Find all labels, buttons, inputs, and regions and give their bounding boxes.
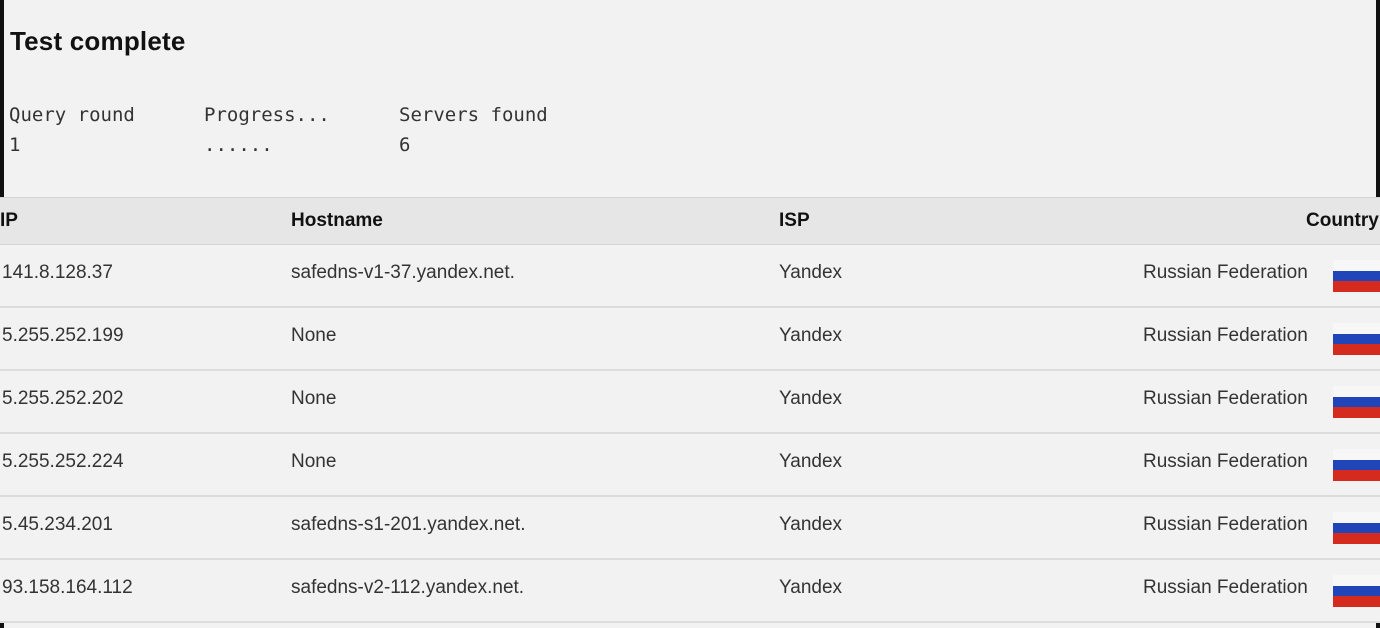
table-row: 93.158.164.112 safedns-v2-112.yandex.net… xyxy=(0,560,1380,623)
table-row: 5.255.252.202 None Yandex Russian Federa… xyxy=(0,371,1380,434)
page-title: Test complete xyxy=(10,26,186,56)
table-header: IP Hostname ISP Country xyxy=(0,197,1380,245)
cell-ip: 5.45.234.201 xyxy=(2,514,113,535)
cell-isp: Yandex xyxy=(779,325,843,346)
servers-found-label: Servers found xyxy=(399,104,548,126)
table-row: 5.45.234.201 safedns-s1-201.yandex.net. … xyxy=(0,497,1380,560)
cell-isp: Yandex xyxy=(779,577,843,598)
progress-label: Progress... xyxy=(204,104,330,126)
cell-ip: 5.255.252.224 xyxy=(2,451,124,472)
cell-ip: 5.255.252.199 xyxy=(2,325,124,346)
progress-stat: Progress... ...... xyxy=(204,102,394,158)
cell-country: Russian Federation xyxy=(1143,388,1308,409)
cell-ip: 141.8.128.37 xyxy=(2,262,113,283)
results-table: IP Hostname ISP Country 141.8.128.37 saf… xyxy=(0,197,1380,623)
cell-hostname: None xyxy=(291,325,337,346)
header-country: Country xyxy=(1306,210,1379,231)
cell-isp: Yandex xyxy=(779,451,843,472)
header-isp: ISP xyxy=(779,210,810,231)
cell-isp: Yandex xyxy=(779,388,843,409)
table-row: 5.255.252.224 None Yandex Russian Federa… xyxy=(0,434,1380,497)
cell-country: Russian Federation xyxy=(1143,262,1308,283)
cell-isp: Yandex xyxy=(779,514,843,535)
russia-flag-icon xyxy=(1333,386,1380,418)
servers-found-stat: Servers found 6 xyxy=(399,102,589,158)
cell-isp: Yandex xyxy=(779,262,843,283)
cell-country: Russian Federation xyxy=(1143,514,1308,535)
table-row: 5.255.252.199 None Yandex Russian Federa… xyxy=(0,308,1380,371)
cell-country: Russian Federation xyxy=(1143,451,1308,472)
servers-found-value: 6 xyxy=(399,134,411,156)
cell-hostname: safedns-v2-112.yandex.net. xyxy=(291,577,525,598)
russia-flag-icon xyxy=(1333,260,1380,292)
cell-hostname: safedns-s1-201.yandex.net. xyxy=(291,514,526,535)
progress-value: ...... xyxy=(204,134,273,156)
cell-hostname: safedns-v1-37.yandex.net. xyxy=(291,262,515,283)
cell-country: Russian Federation xyxy=(1143,325,1308,346)
cell-hostname: None xyxy=(291,388,337,409)
russia-flag-icon xyxy=(1333,449,1380,481)
header-hostname: Hostname xyxy=(291,210,383,231)
russia-flag-icon xyxy=(1333,323,1380,355)
query-round-value: 1 xyxy=(9,134,21,156)
query-round-label: Query round xyxy=(9,104,135,126)
cell-ip: 93.158.164.112 xyxy=(2,577,133,598)
table-row: 141.8.128.37 safedns-v1-37.yandex.net. Y… xyxy=(0,245,1380,308)
header-ip: IP xyxy=(0,210,18,231)
cell-hostname: None xyxy=(291,451,337,472)
russia-flag-icon xyxy=(1333,512,1380,544)
russia-flag-icon xyxy=(1333,575,1380,607)
cell-ip: 5.255.252.202 xyxy=(2,388,124,409)
query-round-stat: Query round 1 xyxy=(9,102,199,158)
cell-country: Russian Federation xyxy=(1143,577,1308,598)
